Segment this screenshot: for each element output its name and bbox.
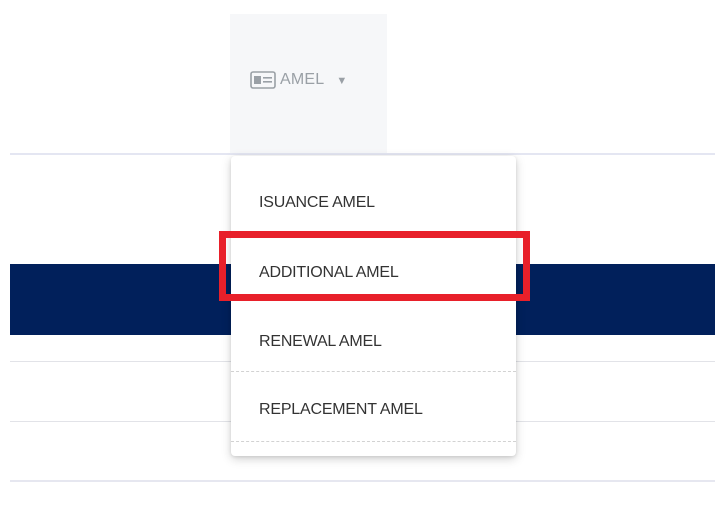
menu-item-label: RENEWAL AMEL [259, 333, 382, 350]
amel-nav-label: AMEL [280, 71, 325, 88]
amel-dropdown-menu: ISUANCE AMEL ADDITIONAL AMEL RENEWAL AME… [231, 156, 516, 456]
caret-down-icon: ▼ [336, 74, 348, 87]
menu-item-replacement-amel[interactable]: REPLACEMENT AMEL [231, 375, 516, 445]
menu-separator [231, 371, 516, 372]
menu-item-label: ISUANCE AMEL [259, 194, 375, 211]
menu-item-renewal-amel[interactable]: RENEWAL AMEL [231, 307, 516, 377]
divider [10, 480, 715, 482]
menu-separator [231, 441, 516, 442]
highlight-box [219, 231, 530, 301]
menu-item-isuance-amel[interactable]: ISUANCE AMEL [231, 168, 516, 238]
menu-item-label: REPLACEMENT AMEL [259, 401, 423, 418]
amel-nav-dropdown[interactable]: AMEL ▼ [250, 68, 347, 92]
divider [10, 153, 715, 155]
id-card-icon [250, 71, 276, 89]
